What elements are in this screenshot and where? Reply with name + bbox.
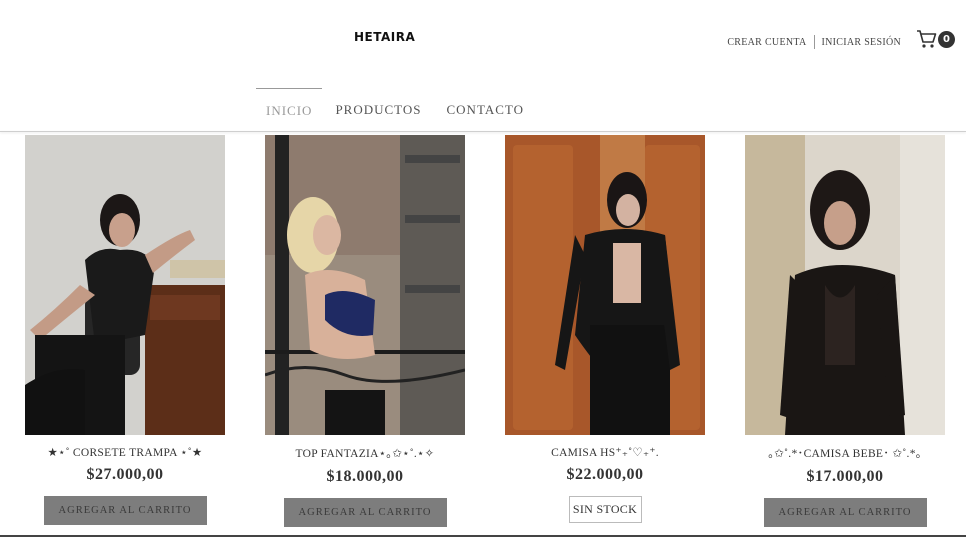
nav-item-productos[interactable]: PRODUCTOS: [323, 88, 433, 132]
product-card: ★⋆˚ CORSETE TRAMPA ⋆˚★ $27.000,00 AGREGA…: [25, 135, 225, 525]
add-to-cart-button[interactable]: AGREGAR AL CARRITO: [283, 498, 447, 527]
account-links: CREAR CUENTA INICIAR SESIÓN: [727, 35, 901, 49]
nav-item-contacto[interactable]: CONTACTO: [435, 88, 537, 132]
product-name[interactable]: ｡✩˚.*･CAMISA BEBE･ ✩˚.*｡: [745, 445, 945, 461]
add-to-cart-button[interactable]: AGREGAR AL CARRITO: [43, 496, 207, 525]
product-card: ｡✩˚.*･CAMISA BEBE･ ✩˚.*｡ $17.000,00 AGRE…: [745, 135, 945, 527]
cart-count-badge: 0: [938, 31, 955, 48]
product-price: $27.000,00: [86, 466, 164, 483]
product-card: CAMISA HS⁺₊˚♡₊⁺. $22.000,00 SIN STOCK: [505, 135, 705, 523]
header: HETAIRA CREAR CUENTA INICIAR SESIÓN 0: [0, 0, 966, 90]
product-name[interactable]: TOP FANTAZIA⋆｡✩⋆˚.⋆✧: [265, 445, 465, 461]
product-image[interactable]: [745, 135, 945, 435]
product-price: $17.000,00: [806, 468, 884, 485]
nav-divider: [0, 131, 966, 132]
nav-item-inicio[interactable]: INICIO: [256, 88, 323, 132]
cart-icon: [917, 30, 937, 48]
create-account-link[interactable]: CREAR CUENTA: [727, 37, 806, 48]
main-nav: INICIO PRODUCTOS CONTACTO: [256, 88, 536, 132]
product-name[interactable]: CAMISA HS⁺₊˚♡₊⁺.: [505, 445, 705, 459]
brand-logo[interactable]: HETAIRA: [354, 30, 415, 44]
product-name[interactable]: ★⋆˚ CORSETE TRAMPA ⋆˚★: [25, 445, 225, 459]
out-of-stock-label: SIN STOCK: [568, 496, 642, 523]
add-to-cart-button[interactable]: AGREGAR AL CARRITO: [763, 498, 927, 527]
cart-button[interactable]: 0: [916, 28, 956, 50]
product-image[interactable]: [505, 135, 705, 435]
product-price: $22.000,00: [566, 466, 644, 483]
product-card: TOP FANTAZIA⋆｡✩⋆˚.⋆✧ $18.000,00 AGREGAR …: [265, 135, 465, 527]
product-image[interactable]: [25, 135, 225, 435]
divider: [813, 35, 815, 49]
product-price: $18.000,00: [326, 468, 404, 485]
product-image[interactable]: [265, 135, 465, 435]
login-link[interactable]: INICIAR SESIÓN: [822, 37, 901, 48]
